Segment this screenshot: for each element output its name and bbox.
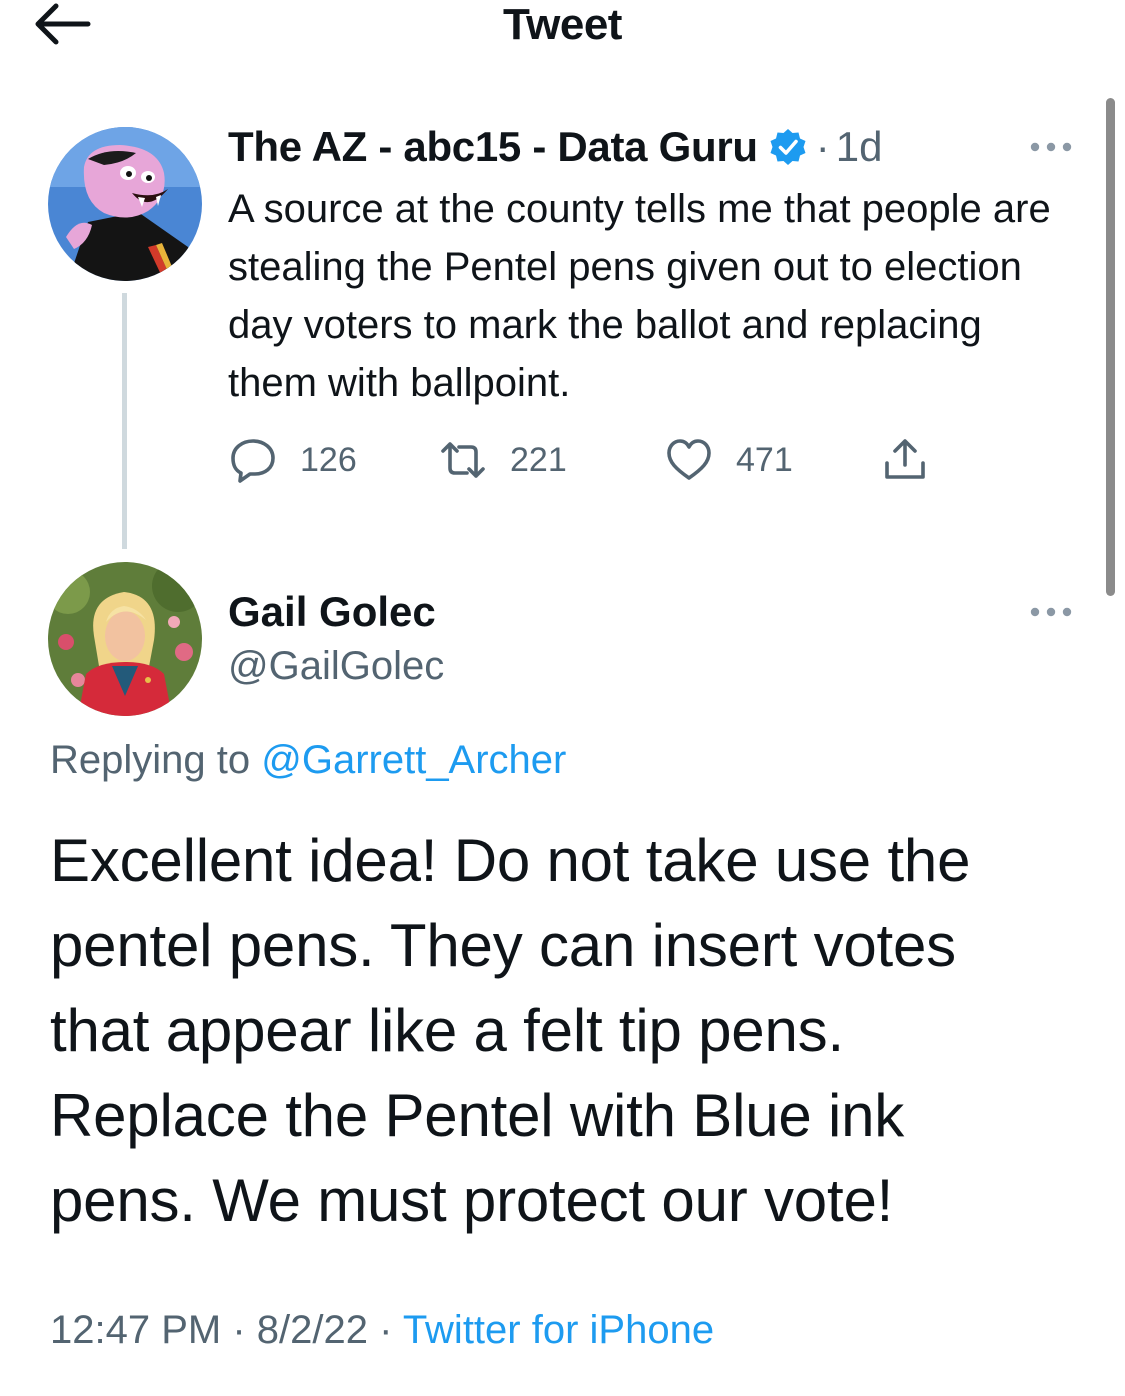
- tweet-author-row: The AZ - abc15 - Data Guru · 1d: [228, 122, 882, 172]
- more-options-button[interactable]: [1028, 137, 1074, 157]
- source-app-link[interactable]: Twitter for iPhone: [403, 1308, 714, 1352]
- retweet-count: 221: [510, 440, 567, 479]
- like-button[interactable]: 471: [664, 432, 793, 488]
- top-bar: Tweet: [0, 0, 1125, 60]
- replying-to-link[interactable]: @Garrett_Archer: [261, 738, 566, 782]
- meta-separator: ·: [221, 1308, 257, 1352]
- thread-connector-line: [122, 293, 127, 549]
- share-button[interactable]: [880, 432, 930, 488]
- reply-text: Excellent idea! Do not take use the pent…: [50, 827, 971, 1234]
- more-icon: [1030, 142, 1072, 152]
- more-icon: [1030, 607, 1072, 617]
- reply-time: 12:47 PM: [50, 1308, 222, 1352]
- scrollbar[interactable]: [1106, 98, 1115, 596]
- tweet-text: A source at the county tells me that peo…: [228, 187, 1051, 405]
- retweet-icon: [441, 442, 485, 478]
- separator-dot: ·: [815, 123, 830, 170]
- page-title: Tweet: [503, 0, 622, 49]
- author-name[interactable]: The AZ - abc15 - Data Guru: [228, 123, 758, 171]
- avatar[interactable]: [48, 127, 202, 281]
- share-icon: [885, 439, 925, 479]
- tweet-actions: 126 221 471: [228, 432, 948, 488]
- reply-button[interactable]: 126: [228, 432, 357, 488]
- verified-badge-icon: [770, 129, 806, 165]
- retweet-button[interactable]: 221: [438, 432, 567, 488]
- reply-icon: [231, 439, 275, 483]
- reply-more-options-button[interactable]: [1028, 602, 1074, 622]
- replying-to-prefix: Replying to: [50, 738, 262, 782]
- like-count: 471: [736, 440, 793, 479]
- count-avatar-image: [48, 127, 202, 281]
- like-icon: [667, 439, 711, 480]
- replying-to-line: Replying to @Garrett_Archer: [50, 738, 566, 783]
- reply-avatar[interactable]: [48, 562, 202, 716]
- reply-author-name[interactable]: Gail Golec: [228, 588, 436, 636]
- reply-count: 126: [300, 440, 357, 479]
- meta-separator: ·: [367, 1308, 403, 1352]
- tweet-time[interactable]: 1d: [836, 123, 883, 171]
- reply-metadata: 12:47 PM · 8/2/22 · Twitter for iPhone: [50, 1308, 714, 1353]
- reply-author-handle[interactable]: @GailGolec: [228, 644, 444, 689]
- reply-date: 8/2/22: [256, 1308, 368, 1352]
- gail-golec-avatar-image: [48, 562, 202, 716]
